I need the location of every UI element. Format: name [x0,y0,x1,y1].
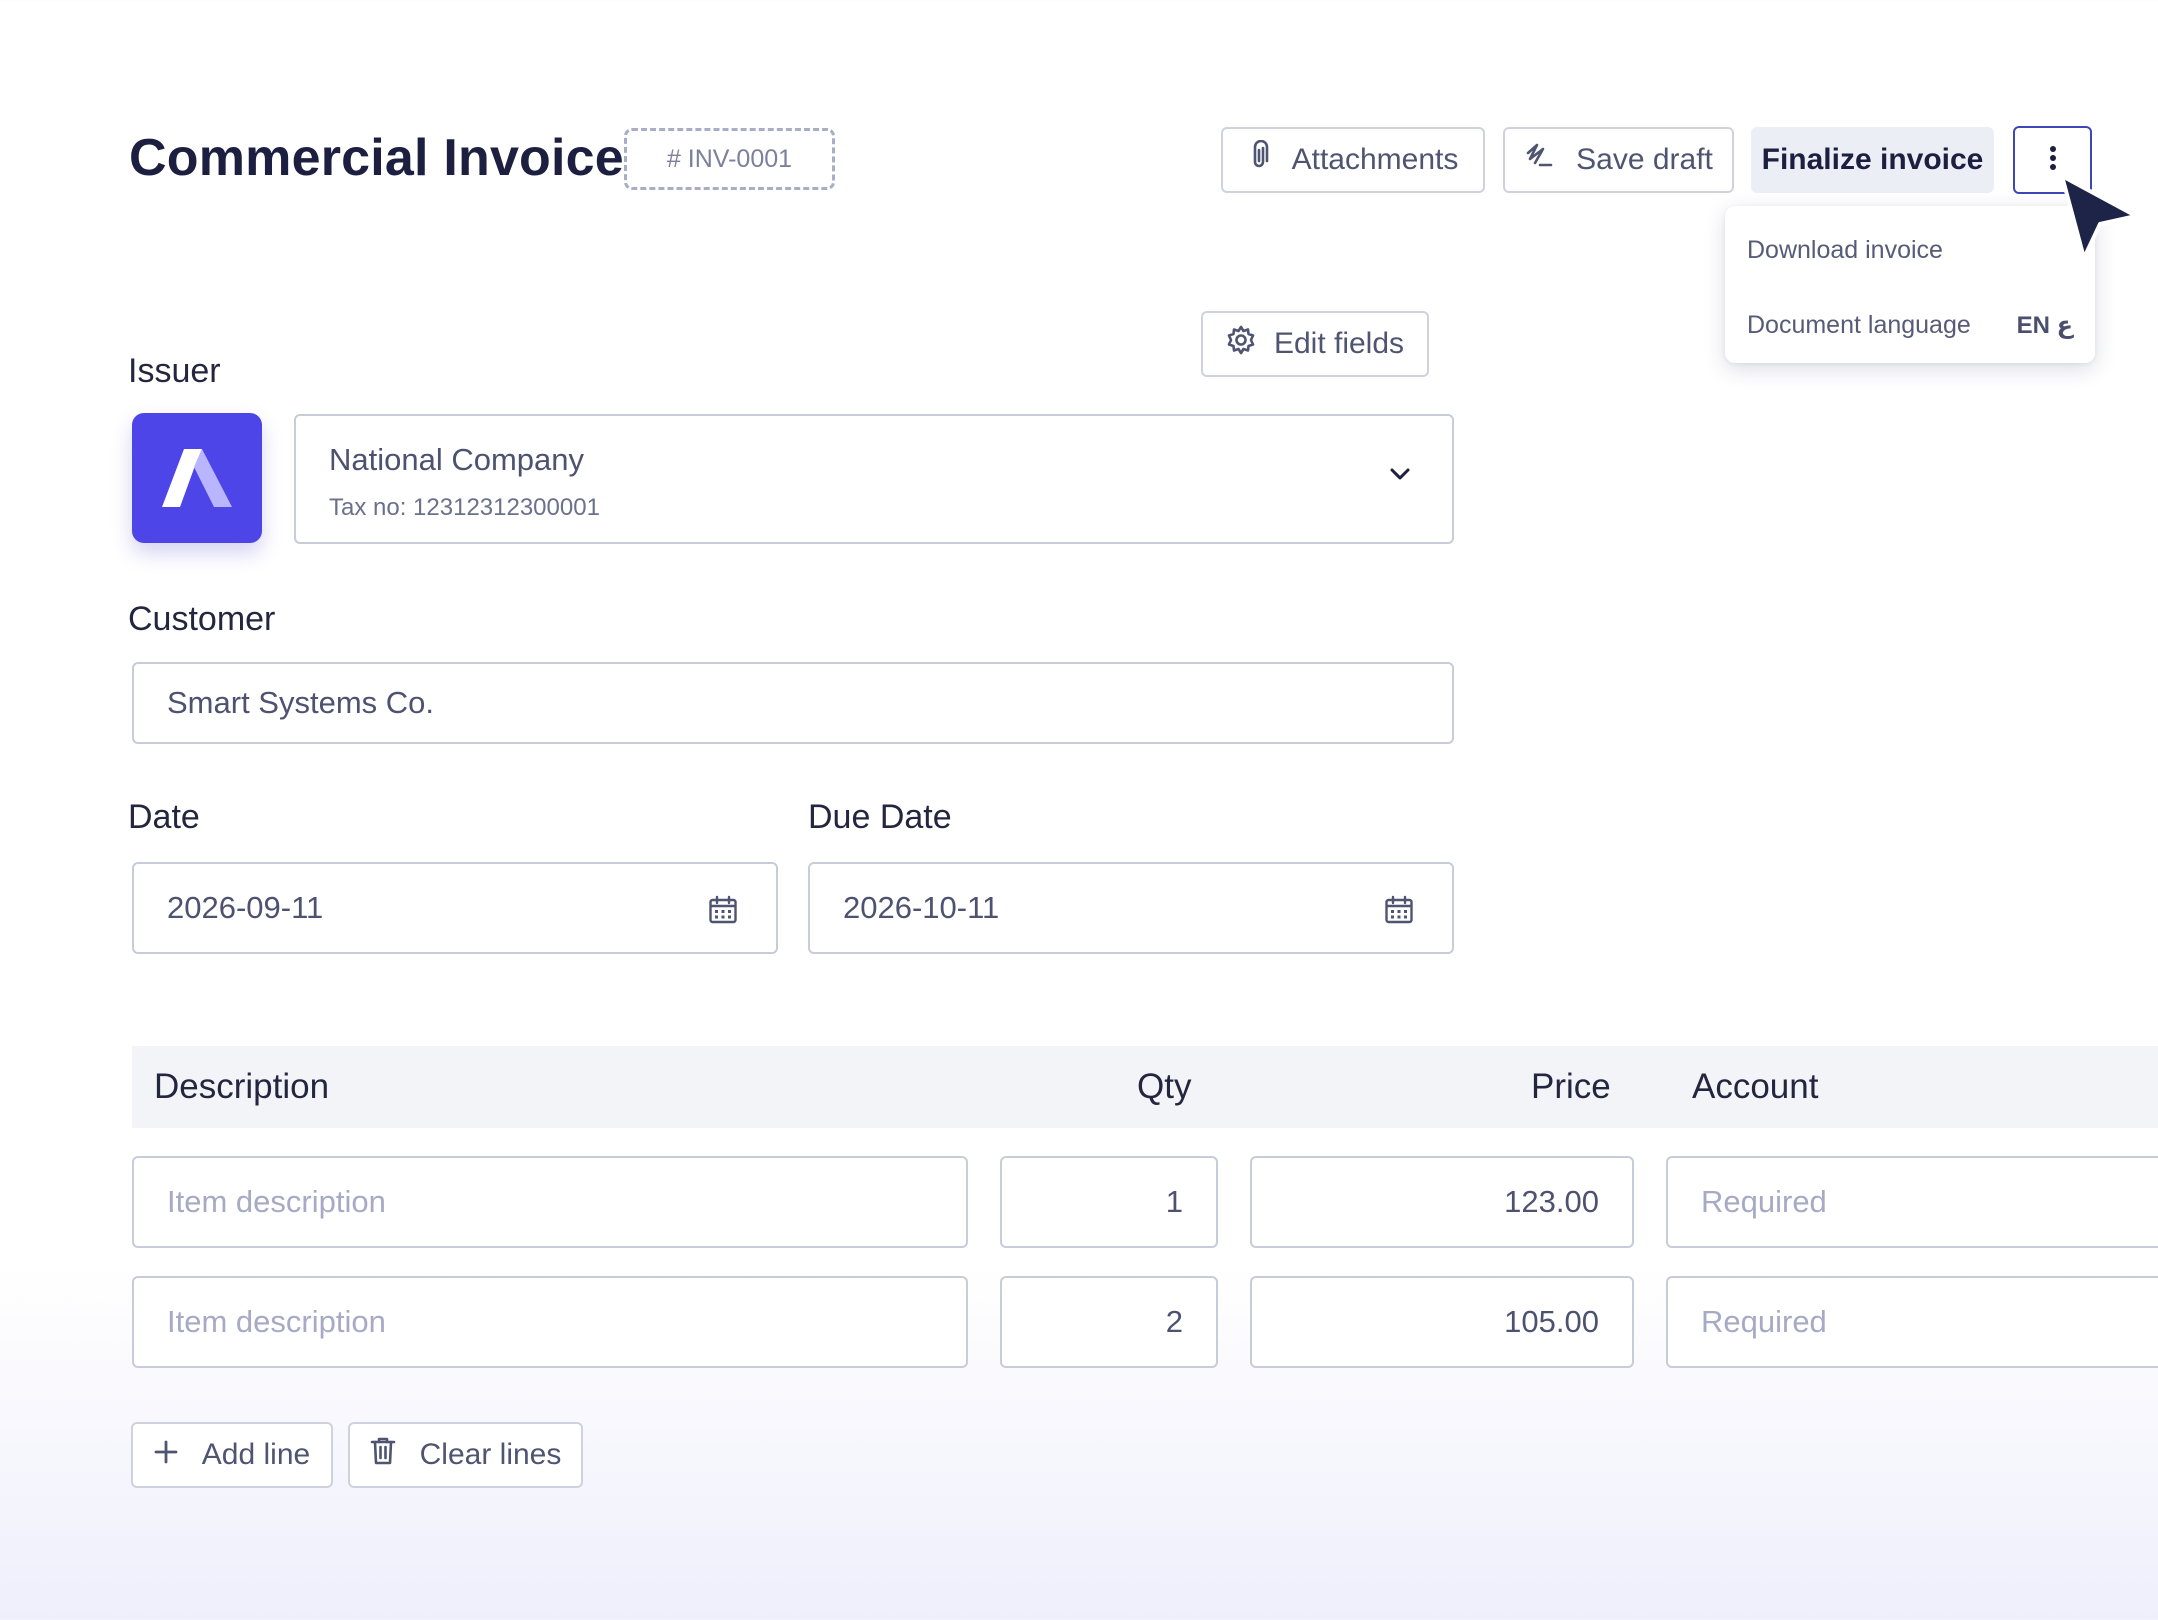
clear-lines-label: Clear lines [419,1438,562,1471]
customer-label: Customer [128,600,276,638]
qty-value: 1 [1165,1184,1183,1219]
attachments-button[interactable]: Attachments [1221,127,1485,193]
line-price-input[interactable]: 123.00 [1250,1156,1634,1248]
column-header-qty: Qty [1137,1067,1192,1106]
line-qty-input[interactable]: 2 [1000,1276,1218,1368]
edit-fields-button[interactable]: Edit fields [1201,311,1429,377]
date-value: 2026-09-11 [167,890,324,925]
chevron-down-icon [1388,466,1412,487]
line-account-input[interactable]: Required [1666,1156,2158,1248]
add-line-button[interactable]: Add line [131,1422,333,1488]
price-value: 105.00 [1504,1304,1599,1339]
attachments-label: Attachments [1291,143,1459,176]
clear-lines-button[interactable]: Clear lines [348,1422,583,1488]
date-input[interactable]: 2026-09-11 [132,862,778,954]
qty-value: 2 [1165,1304,1183,1339]
menu-item-document-language[interactable]: Document language EN ع [1747,307,2073,343]
trash-icon [370,1436,396,1474]
issuer-select[interactable]: National Company Tax no: 12312312300001 [294,414,1454,544]
menu-item-download-invoice[interactable]: Download invoice [1747,232,2073,268]
customer-input[interactable]: Smart Systems Co. [132,662,1454,744]
issuer-tax-number: Tax no: 12312312300001 [329,494,600,521]
line-qty-input[interactable]: 1 [1000,1156,1218,1248]
column-header-description: Description [154,1067,330,1106]
save-draft-button[interactable]: Save draft [1503,127,1734,193]
edit-fields-label: Edit fields [1273,327,1405,360]
line-description-input[interactable]: Item description [132,1156,968,1248]
add-line-label: Add line [201,1438,311,1471]
company-logo [132,413,262,543]
invoice-number-badge[interactable]: # INV-0001 [624,128,835,190]
account-placeholder: Required [1701,1184,1827,1219]
due-date-label: Due Date [808,798,952,836]
table-header: Description Qty Price Account [132,1046,2158,1128]
line-account-input[interactable]: Required [1666,1276,2158,1368]
account-placeholder: Required [1701,1304,1827,1339]
date-label: Date [128,798,200,836]
description-placeholder: Item description [167,1304,386,1339]
column-header-price: Price [1531,1067,1611,1106]
customer-value: Smart Systems Co. [167,685,434,720]
calendar-icon[interactable] [1384,895,1414,930]
paperclip-icon [1248,139,1270,180]
page-title: Commercial Invoice [129,129,624,187]
line-description-input[interactable]: Item description [132,1276,968,1368]
issuer-name: National Company [329,442,585,477]
finalize-invoice-button[interactable]: Finalize invoice [1751,127,1994,193]
more-options-menu: Download invoice Document language EN ع [1725,206,2095,363]
gear-icon [1226,325,1256,363]
more-vertical-icon [2049,145,2057,176]
menu-item-label: Download invoice [1747,235,1943,264]
price-value: 123.00 [1504,1184,1599,1219]
signature-icon [1524,141,1554,179]
description-placeholder: Item description [167,1184,386,1219]
save-draft-label: Save draft [1576,143,1713,176]
menu-item-label: Document language [1747,310,1971,339]
line-price-input[interactable]: 105.00 [1250,1276,1634,1368]
due-date-input[interactable]: 2026-10-11 [808,862,1454,954]
plus-icon [154,1438,178,1472]
language-toggle[interactable]: EN ع [2017,311,2073,340]
cursor-arrow-icon [2058,172,2140,269]
column-header-account: Account [1692,1067,1819,1106]
calendar-icon[interactable] [708,895,738,930]
issuer-label: Issuer [128,352,221,390]
due-date-value: 2026-10-11 [843,890,1000,925]
